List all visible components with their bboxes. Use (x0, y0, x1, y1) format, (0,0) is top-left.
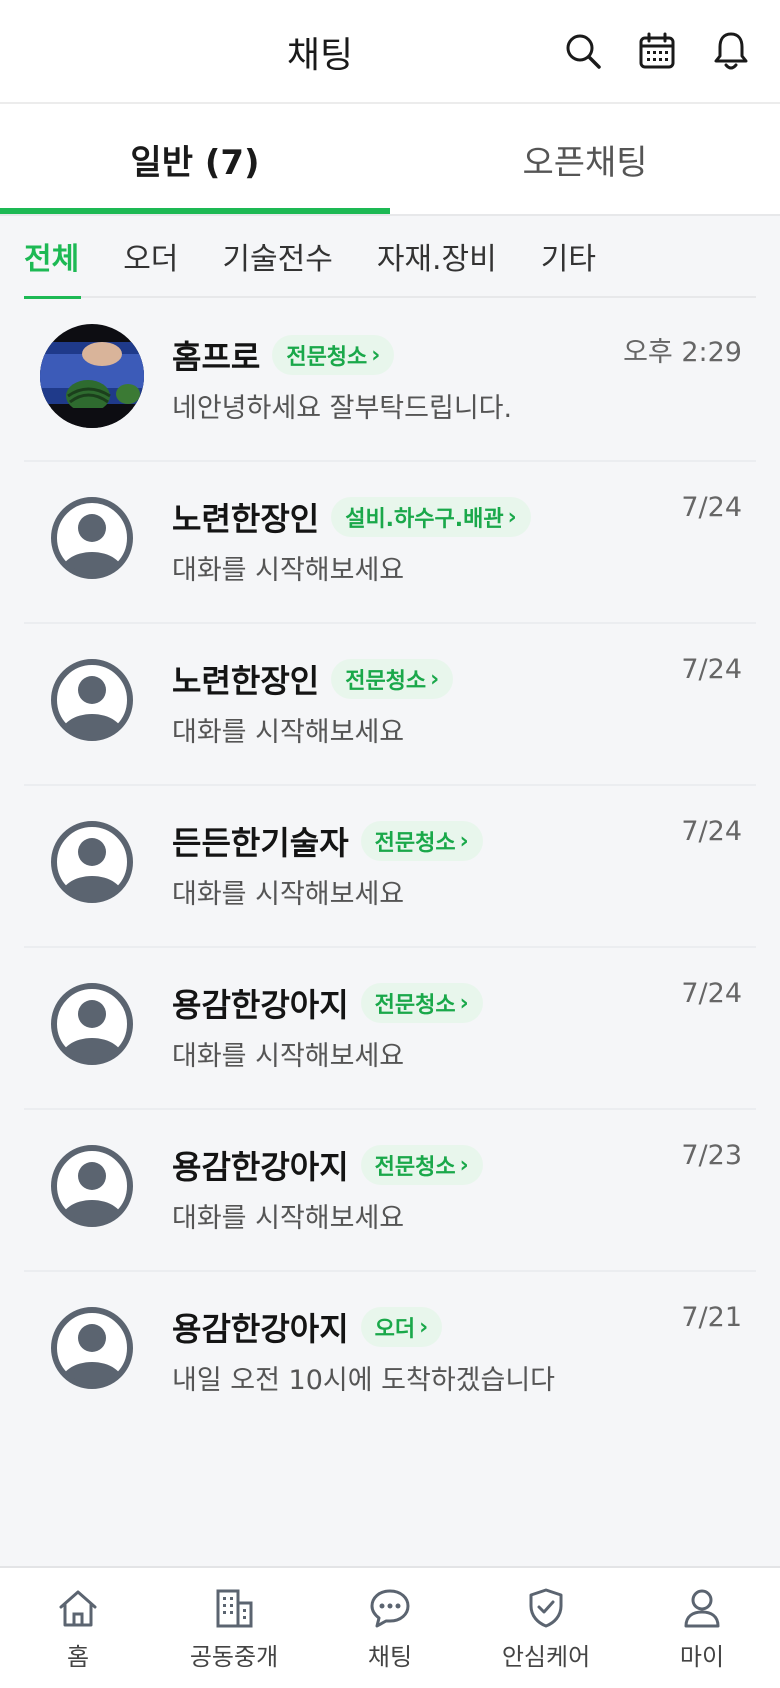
chat-name: 노련한장인 (172, 662, 320, 700)
last-message: 대화를 시작해보세요 (172, 717, 405, 748)
badge-label: 전문청소 (374, 831, 456, 856)
header-actions (562, 28, 752, 74)
last-message: 대화를 시작해보세요 (172, 1203, 405, 1234)
chat-name-row: 노련한장인 설비.하수구.배관 › (172, 494, 531, 540)
nav-label: 홈 (66, 1642, 90, 1671)
chat-list-item[interactable]: 노련한장인 설비.하수구.배관 › 대화를 시작해보세요 7/24 (24, 462, 756, 624)
nav-home[interactable]: 홈 (0, 1568, 156, 1688)
tab-general[interactable]: 일반 (7) (0, 104, 390, 214)
chevron-right-icon: › (459, 1152, 469, 1178)
default-avatar-icon (40, 1296, 144, 1400)
app-header: 채팅 (0, 0, 780, 104)
filter-materials-equipment[interactable]: 자재.장비 (377, 215, 497, 297)
last-message: 대화를 시작해보세요 (172, 879, 405, 910)
tab-open-chat[interactable]: 오픈채팅 (390, 104, 780, 214)
nav-my[interactable]: 마이 (624, 1568, 780, 1688)
badge-label: 전문청소 (345, 669, 427, 694)
last-message: 네안녕하세요 잘부탁드립니다. (172, 393, 513, 424)
chat-name: 홈프로 (172, 338, 261, 376)
chevron-right-icon: › (459, 990, 469, 1016)
default-avatar-icon (40, 486, 144, 590)
calendar-icon[interactable] (636, 28, 678, 74)
filter-tech-training[interactable]: 기술전수 (222, 215, 332, 297)
chat-name: 용감한강아지 (172, 1148, 349, 1186)
category-badge[interactable]: 전문청소 › (360, 821, 483, 861)
chevron-right-icon: › (371, 342, 381, 368)
nav-safe-care[interactable]: 안심케어 (468, 1568, 624, 1688)
profile-photo-avatar (40, 324, 144, 428)
chat-list-item[interactable]: 홈프로 전문청소 › 네안녕하세요 잘부탁드립니다. 오후 2:29 (24, 300, 756, 462)
message-time: 7/24 (681, 816, 742, 847)
category-badge[interactable]: 전문청소 › (360, 1145, 483, 1185)
person-icon (679, 1585, 725, 1631)
chat-name: 용감한강아지 (172, 986, 349, 1024)
chat-name-row: 든든한기술자 전문청소 › (172, 818, 483, 864)
chat-list-item[interactable]: 용감한강아지 오더 › 내일 오전 10시에 도착하겠습니다 7/21 (24, 1272, 756, 1434)
badge-label: 전문청소 (374, 1155, 456, 1180)
nav-chat[interactable]: 채팅 (312, 1568, 468, 1688)
chat-name: 용감한강아지 (172, 1310, 349, 1348)
chat-name-row: 용감한강아지 전문청소 › (172, 1142, 483, 1188)
building-icon (211, 1585, 257, 1631)
chevron-right-icon: › (459, 828, 469, 854)
chat-name-row: 용감한강아지 전문청소 › (172, 980, 483, 1026)
chevron-right-icon: › (419, 1314, 429, 1340)
message-time: 오후 2:29 (623, 337, 742, 368)
chat-name-row: 홈프로 전문청소 › (172, 332, 395, 378)
default-avatar-icon (40, 648, 144, 752)
chat-name: 노련한장인 (172, 500, 320, 538)
filter-order[interactable]: 오더 (123, 215, 178, 297)
category-badge[interactable]: 전문청소 › (331, 659, 454, 699)
badge-label: 전문청소 (286, 345, 368, 370)
chat-list-item[interactable]: 용감한강아지 전문청소 › 대화를 시작해보세요 7/23 (24, 1110, 756, 1272)
filter-all[interactable]: 전체 (24, 215, 82, 299)
nav-joint-brokerage[interactable]: 공동중개 (156, 1568, 312, 1688)
chat-name: 든든한기술자 (172, 824, 349, 862)
message-time: 7/21 (681, 1302, 742, 1333)
last-message: 내일 오전 10시에 도착하겠습니다 (172, 1365, 556, 1396)
default-avatar-icon (40, 810, 144, 914)
category-filter-tabs: 전체 오더 기술전수 자재.장비 기타 (24, 215, 756, 299)
chat-name-row: 노련한장인 전문청소 › (172, 656, 454, 702)
last-message: 대화를 시작해보세요 (172, 555, 405, 586)
default-avatar-icon (40, 972, 144, 1076)
bottom-navigation: 홈 공동중개 채팅 안심케어 마이 (0, 1566, 780, 1688)
message-time: 7/24 (681, 492, 742, 523)
category-badge[interactable]: 오더 › (360, 1307, 443, 1347)
badge-label: 오더 (374, 1317, 416, 1342)
main-tabs: 일반 (7) 오픈채팅 (0, 104, 780, 214)
chevron-right-icon: › (507, 504, 517, 530)
chat-list: 홈프로 전문청소 › 네안녕하세요 잘부탁드립니다. 오후 2:29 노련한장인 … (24, 300, 756, 1434)
nav-label: 안심케어 (501, 1642, 591, 1671)
category-badge[interactable]: 설비.하수구.배관 › (331, 497, 531, 537)
chat-bubble-icon (367, 1585, 413, 1631)
category-badge[interactable]: 전문청소 › (272, 335, 395, 375)
badge-label: 전문청소 (374, 993, 456, 1018)
home-icon (55, 1585, 101, 1631)
default-avatar-icon (40, 1134, 144, 1238)
chat-list-item[interactable]: 노련한장인 전문청소 › 대화를 시작해보세요 7/24 (24, 624, 756, 786)
bell-icon[interactable] (710, 28, 752, 74)
nav-label: 공동중개 (189, 1642, 279, 1671)
last-message: 대화를 시작해보세요 (172, 1041, 405, 1072)
filter-etc[interactable]: 기타 (541, 215, 596, 297)
chevron-right-icon: › (430, 666, 440, 692)
page-title: 채팅 (286, 35, 354, 76)
category-badge[interactable]: 전문청소 › (360, 983, 483, 1023)
nav-label: 마이 (679, 1642, 725, 1671)
message-time: 7/23 (681, 1140, 742, 1171)
chat-name-row: 용감한강아지 오더 › (172, 1304, 443, 1350)
shield-check-icon (523, 1585, 569, 1631)
badge-label: 설비.하수구.배관 (345, 507, 504, 532)
message-time: 7/24 (681, 654, 742, 685)
message-time: 7/24 (681, 978, 742, 1009)
search-icon[interactable] (562, 28, 604, 74)
chat-list-item[interactable]: 든든한기술자 전문청소 › 대화를 시작해보세요 7/24 (24, 786, 756, 948)
nav-label: 채팅 (367, 1642, 413, 1671)
chat-list-item[interactable]: 용감한강아지 전문청소 › 대화를 시작해보세요 7/24 (24, 948, 756, 1110)
